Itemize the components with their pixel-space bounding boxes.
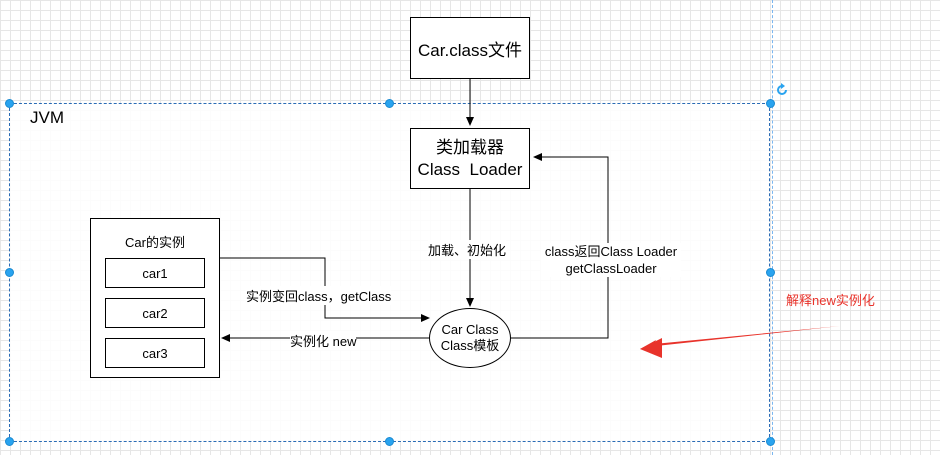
edge-label-class-return-line1: class返回Class Loader: [544, 244, 678, 259]
annotation-arrow: [640, 326, 840, 352]
annotation-text: 解释new实例化: [786, 293, 875, 308]
diagram-canvas: JVM Car.class文件 类加载器 Class Loader Car的实例…: [0, 0, 940, 455]
edge-label-instance-to-class: 实例变回class，getClass: [246, 286, 392, 305]
class-loader-label-en: Class Loader: [417, 159, 523, 179]
car-instance-item[interactable]: car2: [105, 298, 205, 328]
car-instance-title: Car的实例: [125, 235, 185, 250]
class-loader-node[interactable]: 类加载器 Class Loader: [410, 128, 530, 189]
car-class-file-node[interactable]: Car.class文件: [410, 17, 530, 79]
class-template-node[interactable]: Car Class Class模板: [429, 308, 511, 368]
class-template-label-cn: Class模板: [440, 338, 500, 353]
car-instance-item-label: car1: [142, 265, 168, 281]
car-instance-item[interactable]: car3: [105, 338, 205, 368]
car-instance-item-label: car3: [142, 345, 168, 361]
edge-label-load-init: 加载、初始化: [428, 240, 507, 259]
car-class-file-label: Car.class文件: [418, 40, 522, 60]
car-instance-item-label: car2: [142, 305, 168, 321]
edge-label-class-return: class返回Class Loader getClassLoader: [541, 243, 681, 277]
edge-label-class-return-line2: getClassLoader: [565, 261, 657, 276]
class-template-label-en: Car Class: [441, 322, 499, 337]
class-loader-label-cn: 类加载器: [436, 137, 504, 157]
car-instance-item[interactable]: car1: [105, 258, 205, 288]
edge-label-instantiate: 实例化 new: [290, 331, 357, 350]
